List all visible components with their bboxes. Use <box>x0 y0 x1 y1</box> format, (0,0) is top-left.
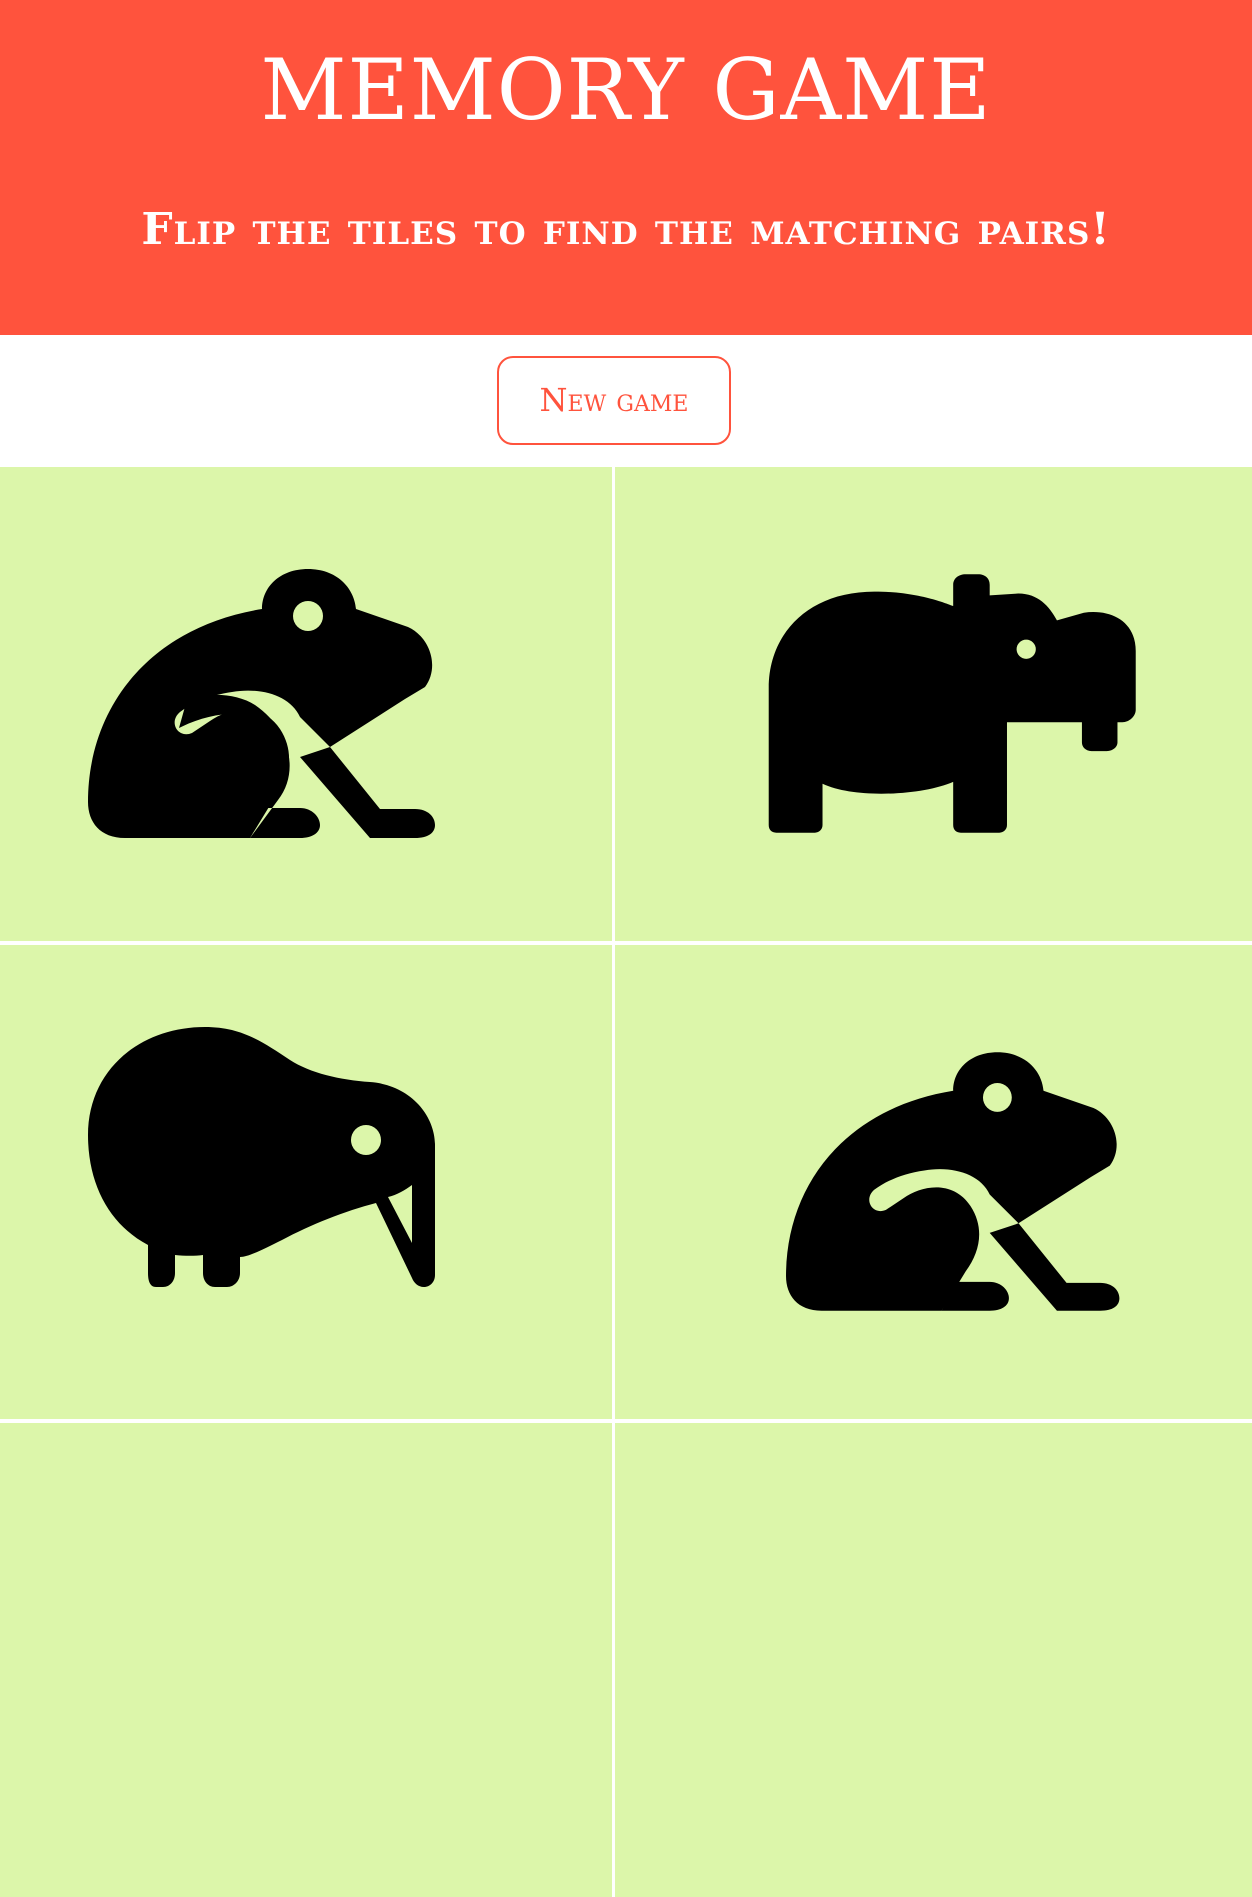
memory-tile[interactable] <box>615 945 1252 1419</box>
new-game-button[interactable]: New game <box>497 356 731 445</box>
memory-tile[interactable] <box>0 1423 612 1897</box>
memory-tile[interactable] <box>0 467 612 941</box>
controls-bar: New game <box>0 335 1252 467</box>
game-board <box>0 467 1252 1897</box>
kiwi-bird-icon <box>88 1027 435 1287</box>
memory-tile[interactable] <box>615 1423 1252 1897</box>
header-banner: MEMORY GAME Flip the tiles to find the m… <box>0 0 1252 335</box>
hippo-icon <box>768 574 1136 833</box>
memory-tile[interactable] <box>615 467 1252 941</box>
frog-icon <box>786 1052 1120 1311</box>
game-instructions: Flip the tiles to find the matching pair… <box>141 204 1111 255</box>
memory-tile[interactable] <box>0 945 612 1419</box>
frog-icon <box>88 569 435 838</box>
game-title: MEMORY GAME <box>260 41 992 139</box>
